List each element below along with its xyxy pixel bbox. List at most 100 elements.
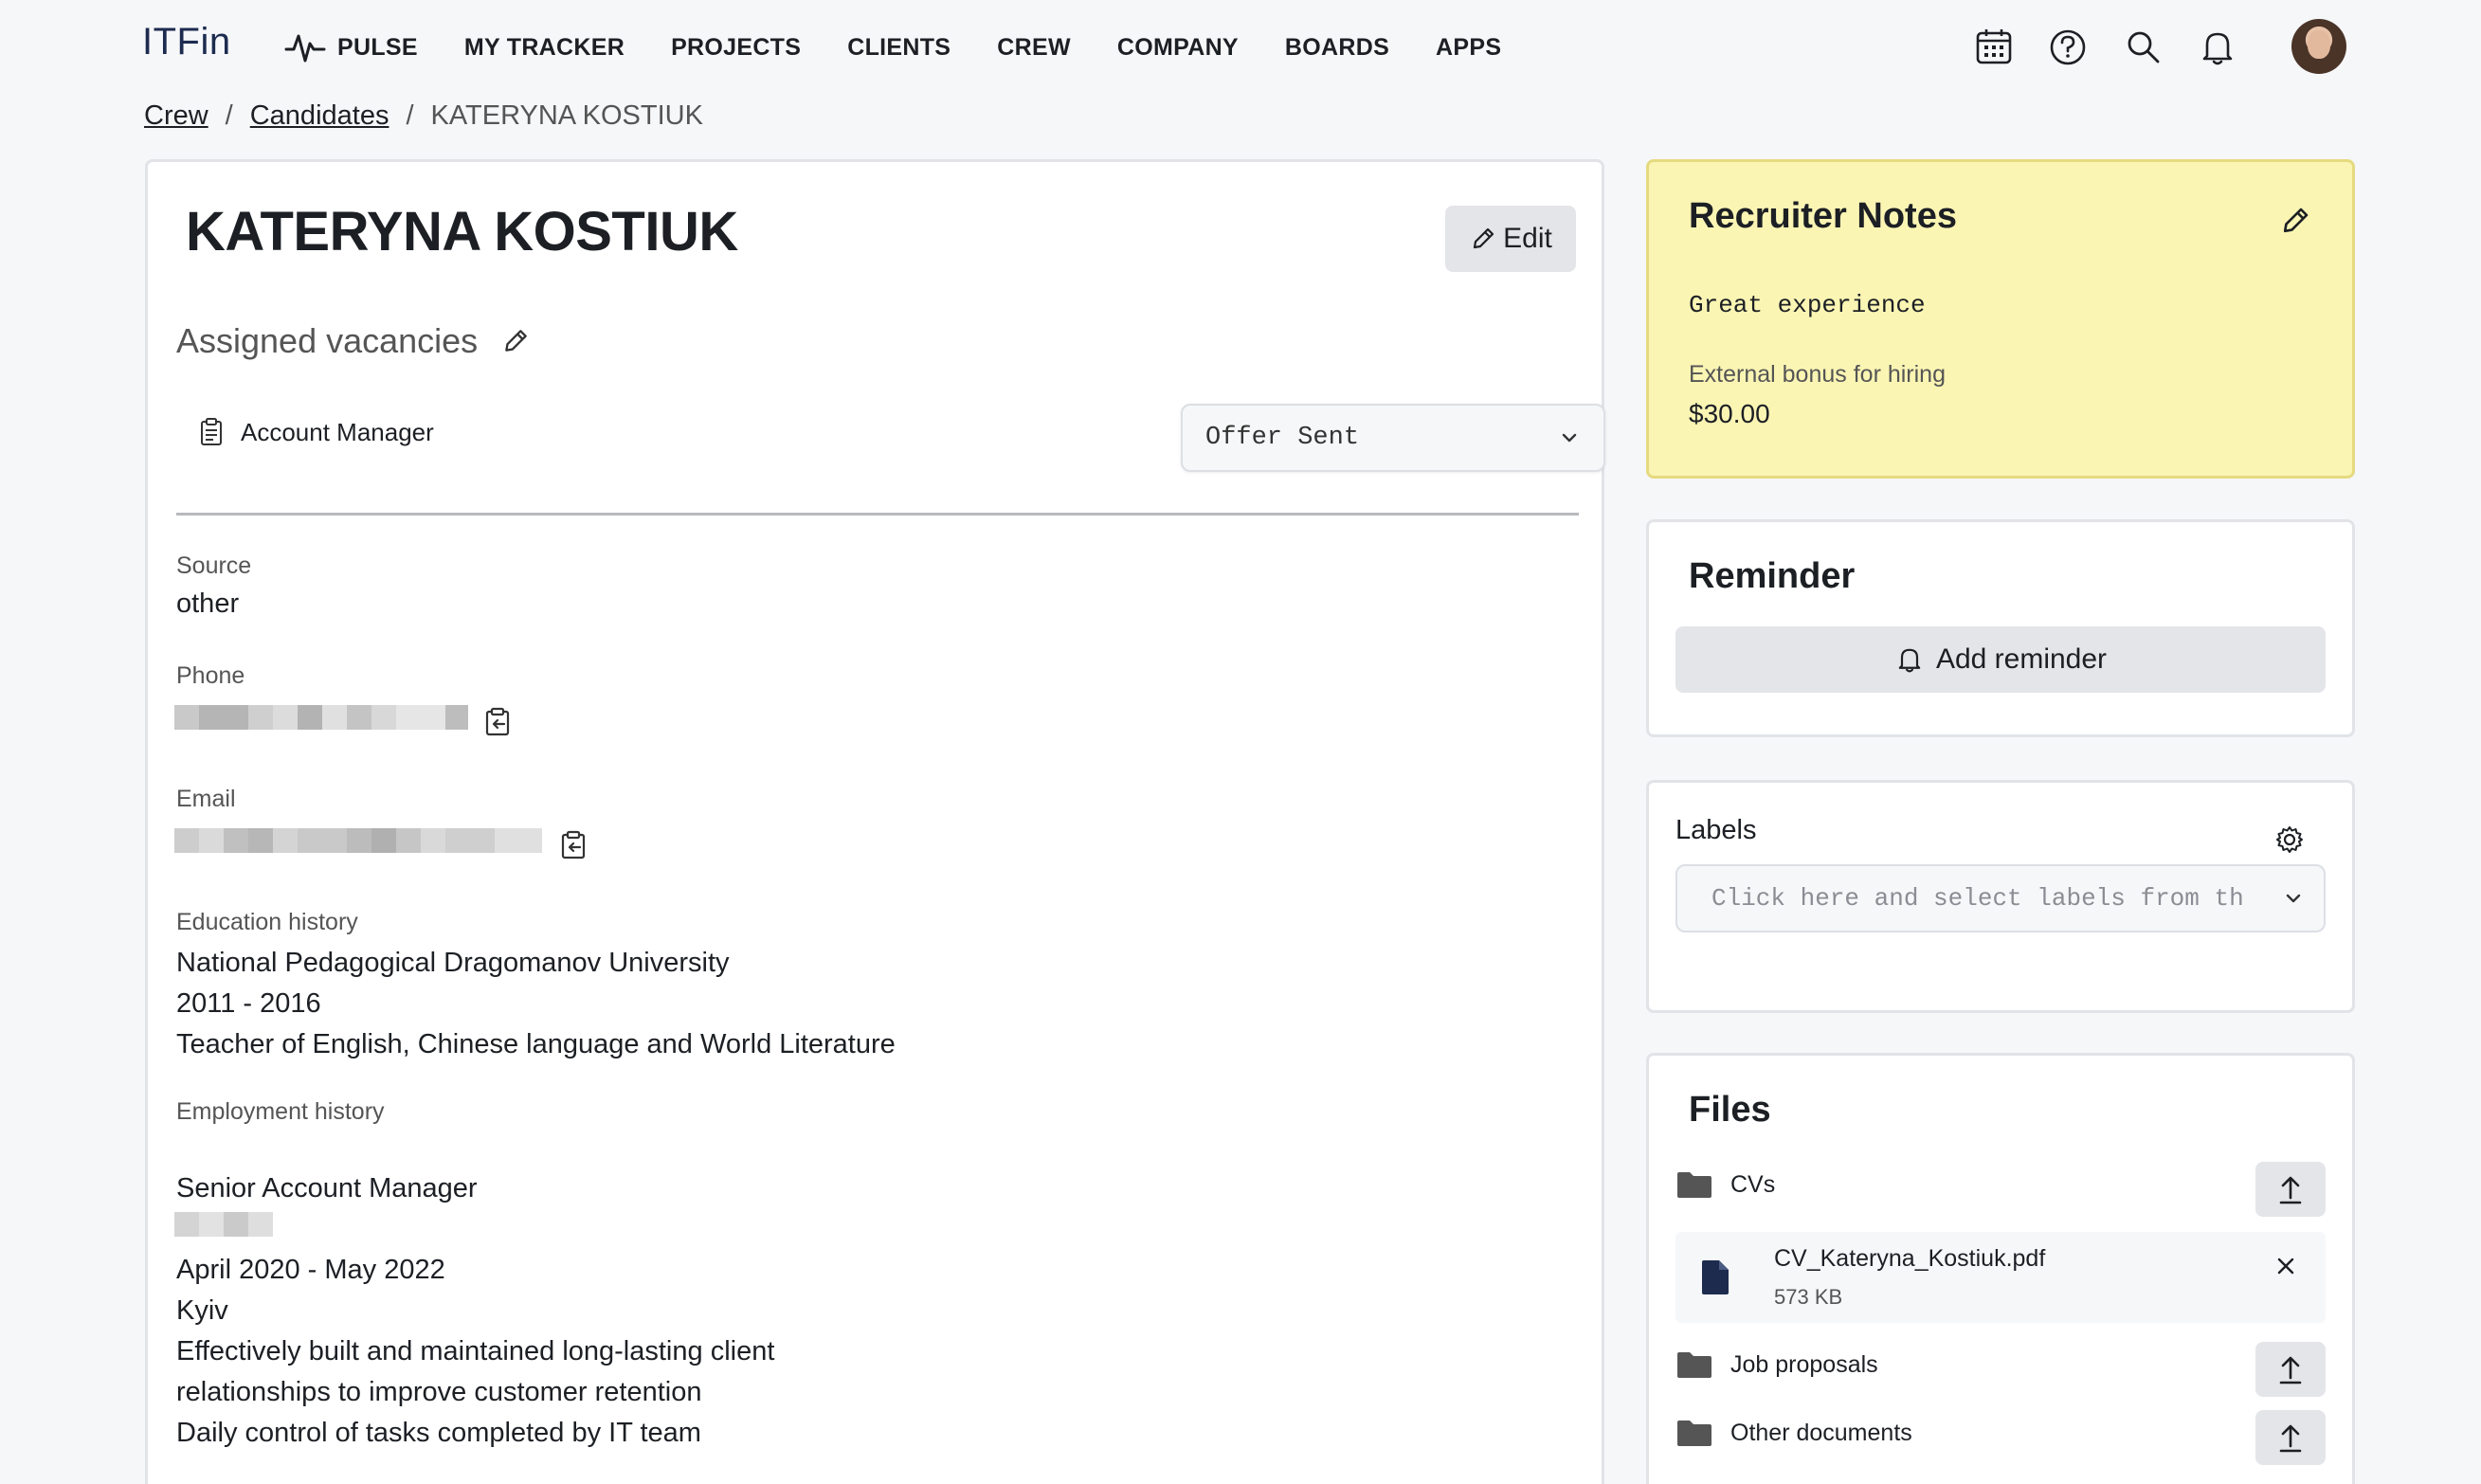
labels-placeholder: Click here and select labels from the [1711, 884, 2242, 913]
nav-item-label: APPS [1436, 33, 1502, 61]
calendar-icon[interactable] [1973, 27, 2015, 68]
folder-job-proposals[interactable]: Job proposals [1675, 1342, 2326, 1399]
nav-item-label: PROJECTS [671, 33, 802, 61]
nav-item-apps[interactable]: APPS [1436, 34, 1501, 62]
chevron-down-icon [2282, 887, 2305, 910]
file-size: 573 KB [1774, 1285, 1843, 1309]
vacancy-title[interactable]: Account Manager [197, 417, 434, 447]
labels-title: Labels [1675, 815, 1757, 845]
source-label: Source [176, 552, 252, 579]
app-logo[interactable]: ITFin [142, 21, 231, 63]
copy-email-icon[interactable] [557, 829, 589, 861]
upload-other-document-button[interactable] [2255, 1410, 2326, 1465]
email-label: Email [176, 786, 236, 812]
folder-job-proposals-label: Job proposals [1730, 1350, 1878, 1378]
breadcrumb-current: KATERYNA KOSTIUK [430, 100, 703, 131]
nav-item-label: PULSE [337, 33, 418, 61]
upload-job-proposal-button[interactable] [2255, 1342, 2326, 1397]
copy-phone-icon[interactable] [481, 706, 514, 738]
nav-item-my-tracker[interactable]: MY TRACKER [464, 34, 625, 62]
bonus-value: $30.00 [1689, 399, 1770, 428]
recruiter-notes-card: Recruiter Notes Great experience Externa… [1646, 159, 2355, 479]
bell-icon [1894, 644, 1925, 675]
phone-value-redacted [174, 705, 468, 730]
phone-label: Phone [176, 662, 245, 689]
nav-item-projects[interactable]: PROJECTS [671, 34, 801, 62]
folder-icon [1675, 1349, 1713, 1380]
nav-item-pulse[interactable]: PULSE [284, 30, 418, 64]
folder-icon [1675, 1418, 1713, 1448]
recruiter-notes-text: Great experience [1689, 291, 1926, 319]
employment-position: Senior Account Manager [176, 1173, 478, 1203]
source-value: other [176, 588, 240, 619]
folder-job-proposals-label-group: Job proposals [1675, 1349, 1878, 1380]
gear-icon[interactable] [2274, 824, 2305, 855]
labels-card: Labels Click here and select labels from… [1646, 780, 2355, 1013]
chevron-down-icon [1558, 426, 1581, 449]
labels-select[interactable]: Click here and select labels from the [1675, 864, 2326, 932]
recruiter-notes-title: Recruiter Notes [1689, 196, 1957, 236]
breadcrumb-crew-link[interactable]: Crew [144, 100, 208, 132]
breadcrumb-candidates-link[interactable]: Candidates [250, 100, 389, 132]
edit-button[interactable]: Edit [1445, 206, 1576, 272]
pencil-icon [1469, 225, 1497, 253]
main-menu: PULSE MY TRACKER PROJECTS CLIENTS CREW C… [284, 0, 1548, 95]
employer-redacted [174, 1212, 273, 1237]
file-name: CV_Kateryna_Kostiuk.pdf [1774, 1245, 2046, 1272]
folder-other-documents[interactable]: Other documents [1675, 1410, 2326, 1467]
vacancy-row: Account Manager Offer Sent [176, 404, 1605, 472]
folder-icon [1675, 1169, 1713, 1200]
folder-cvs-label-group: CVs [1675, 1169, 1775, 1200]
folder-cvs[interactable]: CVs [1675, 1162, 2326, 1219]
employment-line: Daily control of tasks completed by IT t… [176, 1418, 701, 1448]
reminder-card: Reminder Add reminder [1646, 519, 2355, 737]
reminder-title: Reminder [1689, 556, 1856, 596]
nav-item-label: CLIENTS [847, 33, 951, 61]
employment-line: Effectively built and maintained long-la… [176, 1336, 775, 1366]
employment-line: April 2020 - May 2022 [176, 1255, 445, 1285]
divider [176, 513, 1579, 516]
assigned-vacancies-label: Assigned vacancies [176, 321, 479, 360]
education-history: National Pedagogical Dragomanov Universi… [176, 943, 896, 1065]
nav-item-clients[interactable]: CLIENTS [847, 34, 951, 62]
breadcrumb-separator: / [225, 100, 233, 131]
bell-icon[interactable] [2197, 27, 2238, 68]
vacancy-status-value: Offer Sent [1205, 424, 1360, 452]
document-icon [1700, 1258, 1730, 1296]
avatar-face [2308, 30, 2330, 59]
candidate-details-card: KATERYNA KOSTIUK Edit Assigned vacancies… [145, 159, 1605, 1484]
vacancy-title-label: Account Manager [241, 417, 434, 446]
assigned-vacancies-header: Assigned vacancies [176, 321, 531, 361]
nav-item-company[interactable]: COMPANY [1117, 34, 1239, 62]
add-reminder-button[interactable]: Add reminder [1675, 626, 2326, 693]
nav-item-crew[interactable]: CREW [997, 34, 1071, 62]
education-history-label: Education history [176, 909, 358, 935]
upload-cv-button[interactable] [2255, 1162, 2326, 1217]
upload-icon [2276, 1353, 2305, 1385]
breadcrumb-separator: / [406, 100, 414, 131]
avatar[interactable] [2291, 19, 2346, 74]
edit-button-label: Edit [1503, 223, 1552, 254]
bonus-label: External bonus for hiring [1689, 361, 1946, 388]
nav-item-label: BOARDS [1284, 33, 1390, 61]
close-icon[interactable] [2271, 1251, 2301, 1281]
folder-other-documents-label: Other documents [1730, 1419, 1912, 1446]
breadcrumb: Crew / Candidates / KATERYNA KOSTIUK [144, 100, 703, 132]
edit-vacancies-pencil-icon[interactable] [500, 326, 531, 356]
employment-history-label: Employment history [176, 1098, 385, 1125]
education-line: 2011 - 2016 [176, 988, 321, 1019]
add-reminder-label: Add reminder [1935, 643, 2108, 675]
employment-details: April 2020 - May 2022 Kyiv Effectively b… [176, 1250, 774, 1454]
candidate-name: KATERYNA KOSTIUK [186, 201, 738, 262]
vacancy-status-select[interactable]: Offer Sent [1181, 404, 1605, 472]
folder-other-documents-label-group: Other documents [1675, 1418, 1912, 1448]
file-item-cv[interactable]: CV_Kateryna_Kostiuk.pdf 573 KB [1675, 1232, 2326, 1323]
employment-line: relationships to improve customer retent… [176, 1377, 702, 1407]
search-icon[interactable] [2123, 27, 2164, 68]
edit-notes-pencil-icon[interactable] [2278, 204, 2312, 238]
nav-item-label: MY TRACKER [463, 33, 625, 61]
nav-item-boards[interactable]: BOARDS [1285, 34, 1389, 62]
email-value-redacted [174, 828, 546, 853]
help-icon[interactable] [2047, 27, 2089, 68]
files-card: Files CVs CV_Kateryna_Kostiuk.pdf 573 KB [1646, 1053, 2355, 1484]
